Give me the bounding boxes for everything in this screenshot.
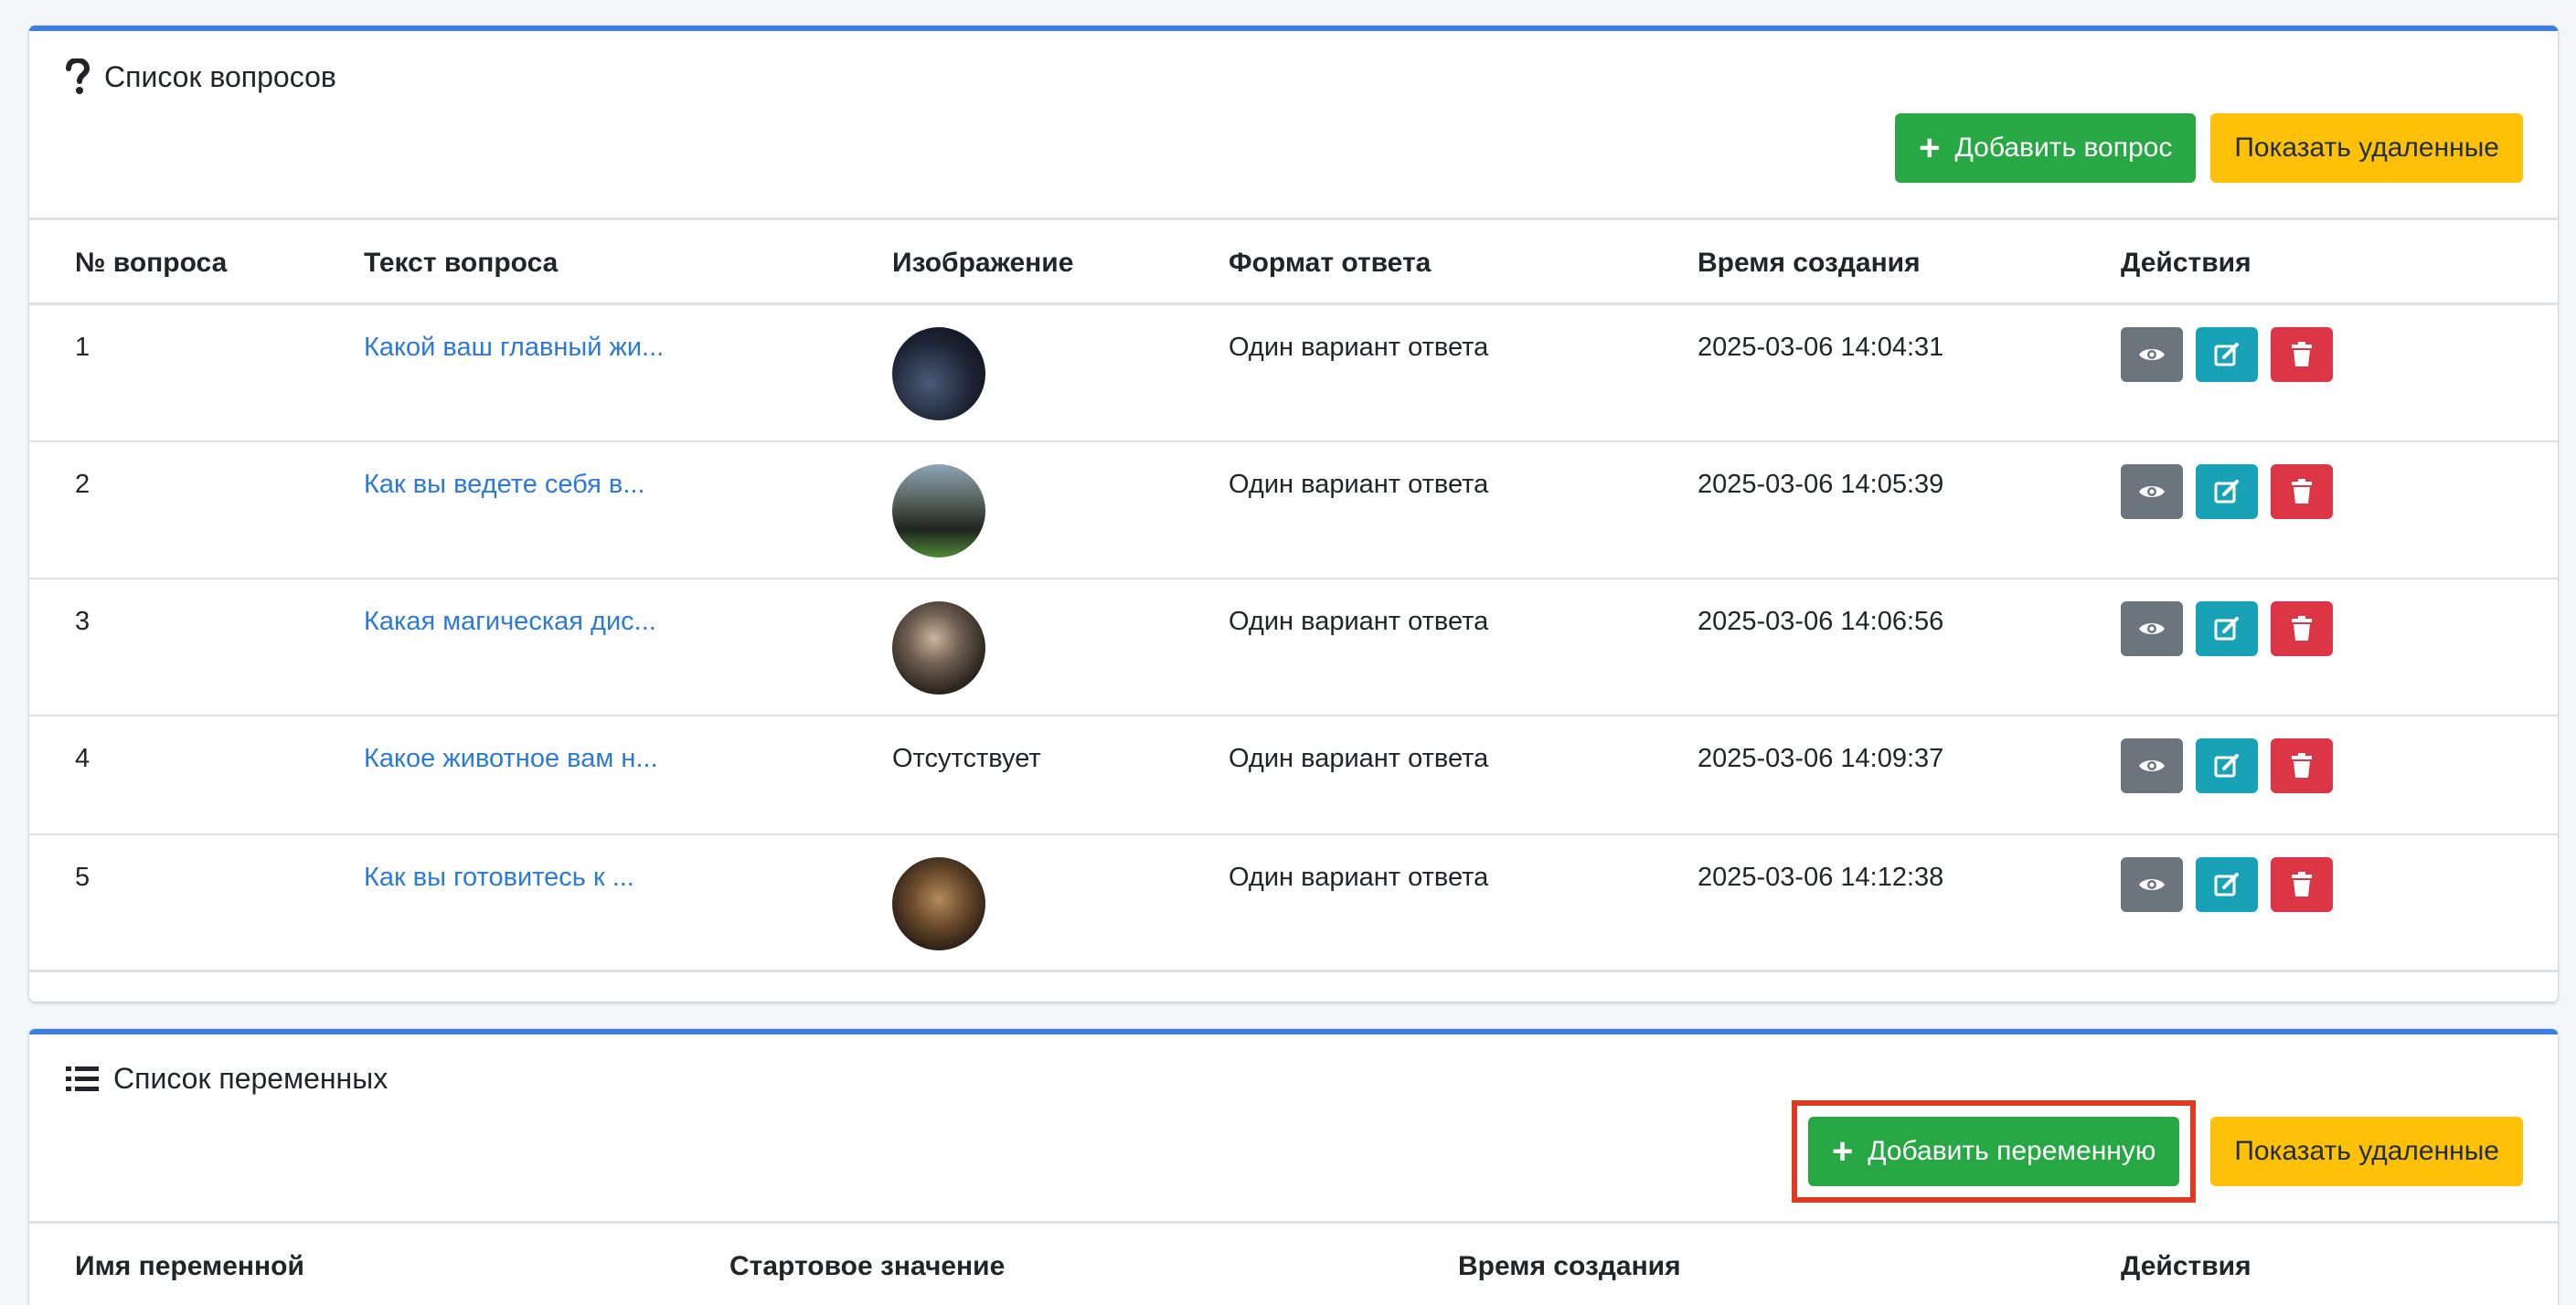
answer-format: Один вариант ответа: [1229, 470, 1489, 499]
question-mark-icon: [66, 58, 90, 95]
question-number: 1: [75, 333, 90, 362]
question-text-link[interactable]: Какая магическая дис...: [364, 607, 656, 637]
questions-card-title-text: Список вопросов: [104, 59, 336, 93]
col-actions: Действия: [2121, 1251, 2251, 1281]
delete-button[interactable]: [2271, 857, 2333, 912]
created-time: 2025-03-06 14:09:37: [1698, 744, 1944, 773]
question-number: 5: [75, 863, 90, 892]
question-text-link[interactable]: Какое животное вам н...: [364, 744, 658, 774]
edit-button[interactable]: [2196, 464, 2258, 519]
answer-format: Один вариант ответа: [1229, 863, 1489, 892]
answer-format: Один вариант ответа: [1229, 333, 1489, 362]
eye-icon: [2139, 760, 2165, 771]
table-row: 4 Какое животное вам н... Отсутствует Од…: [29, 716, 2558, 835]
col-format: Формат ответа: [1229, 248, 1432, 278]
edit-button[interactable]: [2196, 327, 2258, 382]
col-number: № вопроса: [75, 248, 228, 278]
highlight-box: + Добавить переменную: [1791, 1100, 2197, 1203]
question-text-link[interactable]: Как вы ведете себя в...: [364, 470, 645, 500]
variables-table-header: Имя переменной Стартовое значение Время …: [29, 1221, 2558, 1305]
trash-icon: [2292, 342, 2312, 366]
answer-format: Один вариант ответа: [1229, 607, 1489, 636]
view-button[interactable]: [2121, 464, 2183, 519]
trash-icon: [2292, 479, 2312, 504]
question-text-link[interactable]: Как вы готовитесь к ...: [364, 863, 634, 893]
col-created: Время создания: [1458, 1251, 1681, 1281]
question-thumbnail: [892, 601, 985, 695]
plus-icon: +: [1831, 1131, 1854, 1172]
created-time: 2025-03-06 14:12:38: [1698, 863, 1944, 892]
add-question-label: Добавить вопрос: [1954, 133, 2173, 163]
eye-icon: [2139, 486, 2165, 497]
table-row: 1 Какой ваш главный жи... Один вариант о…: [29, 305, 2558, 442]
show-deleted-variables-button[interactable]: Показать удаленные: [2210, 1117, 2523, 1186]
variables-card-title: Список переменных: [66, 1062, 388, 1096]
created-time: 2025-03-06 14:05:39: [1698, 470, 1944, 499]
questions-table-header: № вопроса Текст вопроса Изображение Форм…: [29, 218, 2558, 305]
view-button[interactable]: [2121, 857, 2183, 912]
edit-button[interactable]: [2196, 857, 2258, 912]
edit-button[interactable]: [2196, 738, 2258, 793]
edit-icon: [2214, 343, 2239, 366]
table-row: 5 Как вы готовитесь к ... Один вариант о…: [29, 835, 2558, 972]
created-time: 2025-03-06 14:04:31: [1698, 333, 1944, 362]
question-number: 2: [75, 470, 90, 499]
add-variable-label: Добавить переменную: [1868, 1136, 2156, 1166]
list-icon: [66, 1066, 99, 1093]
add-question-button[interactable]: + Добавить вопрос: [1895, 113, 2197, 183]
questions-card: Список вопросов + Добавить вопрос Показа…: [29, 26, 2558, 1002]
delete-button[interactable]: [2271, 738, 2333, 793]
eye-icon: [2139, 623, 2165, 634]
question-thumbnail: [892, 857, 985, 950]
edit-icon: [2214, 480, 2239, 504]
plus-icon: +: [1919, 128, 1941, 168]
table-row: 2 Как вы ведете себя в... Один вариант о…: [29, 442, 2558, 579]
delete-button[interactable]: [2271, 601, 2333, 656]
view-button[interactable]: [2121, 601, 2183, 656]
eye-icon: [2139, 879, 2165, 890]
questions-card-title: Список вопросов: [66, 58, 336, 95]
edit-button[interactable]: [2196, 601, 2258, 656]
edit-icon: [2214, 617, 2239, 641]
col-variable-name: Имя переменной: [75, 1251, 304, 1281]
edit-icon: [2214, 873, 2239, 897]
row-actions: [2121, 857, 2333, 912]
edit-icon: [2214, 754, 2239, 778]
delete-button[interactable]: [2271, 464, 2333, 519]
variables-toolbar: + Добавить переменную Показать удаленные: [1791, 1100, 2523, 1203]
trash-icon: [2292, 872, 2312, 897]
question-thumbnail: [892, 327, 985, 420]
trash-icon: [2292, 753, 2312, 778]
col-actions: Действия: [2121, 248, 2251, 278]
question-thumbnail: [892, 464, 985, 557]
view-button[interactable]: [2121, 327, 2183, 382]
col-image: Изображение: [892, 248, 1074, 278]
variables-card: Список переменных + Добавить переменную …: [29, 1029, 2558, 1305]
trash-icon: [2292, 616, 2312, 641]
view-button[interactable]: [2121, 738, 2183, 793]
col-start-value: Стартовое значение: [729, 1251, 1006, 1281]
row-actions: [2121, 738, 2333, 793]
variables-card-title-text: Список переменных: [113, 1062, 389, 1095]
question-text-link[interactable]: Какой ваш главный жи...: [364, 333, 664, 363]
answer-format: Один вариант ответа: [1229, 744, 1489, 773]
eye-icon: [2139, 349, 2165, 360]
no-image-text: Отсутствует: [892, 744, 1041, 773]
delete-button[interactable]: [2271, 327, 2333, 382]
col-created: Время создания: [1698, 248, 1921, 278]
add-variable-button[interactable]: + Добавить переменную: [1807, 1117, 2180, 1186]
show-deleted-questions-button[interactable]: Показать удаленные: [2210, 113, 2523, 183]
table-row: 3 Какая магическая дис... Один вариант о…: [29, 579, 2558, 716]
created-time: 2025-03-06 14:06:56: [1698, 607, 1944, 636]
question-number: 4: [75, 744, 90, 773]
row-actions: [2121, 464, 2333, 519]
col-text: Текст вопроса: [364, 248, 559, 278]
question-number: 3: [75, 607, 90, 636]
row-actions: [2121, 601, 2333, 656]
questions-toolbar: + Добавить вопрос Показать удаленные: [1895, 113, 2523, 183]
row-actions: [2121, 327, 2333, 382]
